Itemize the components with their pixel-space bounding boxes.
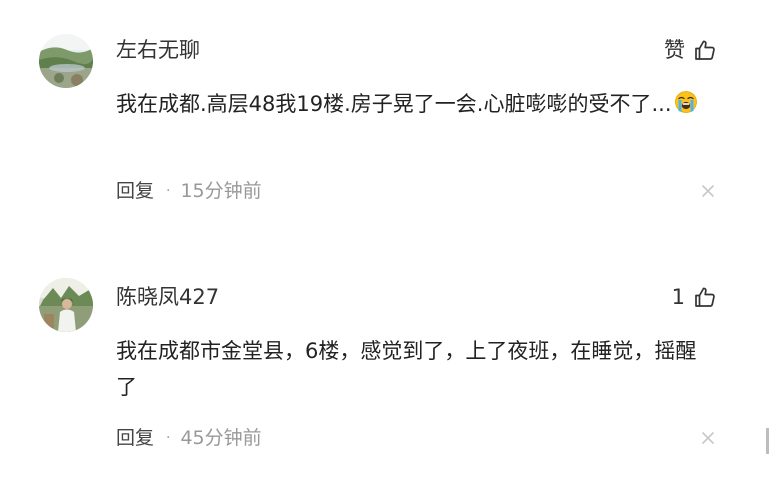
like-label: 赞 — [664, 38, 685, 62]
like-button[interactable]: 赞 — [664, 36, 717, 64]
username[interactable]: 陈晓凤427 — [116, 283, 219, 311]
username[interactable]: 左右无聊 — [116, 36, 200, 64]
avatar[interactable] — [39, 278, 93, 332]
reply-button[interactable]: 回复 — [116, 178, 154, 204]
comment-meta: 回复 · 15分钟前 — [116, 178, 262, 204]
reply-button[interactable]: 回复 — [116, 425, 154, 451]
loudly-crying-face-icon — [674, 90, 698, 114]
comment-text: 我在成都.高层48我19楼.房子晃了一会.心脏嘭嘭的受不了... — [116, 92, 672, 116]
thumbs-up-icon[interactable] — [693, 285, 717, 309]
comment-meta: 回复 · 45分钟前 — [116, 425, 262, 451]
comment-content: 我在成都.高层48我19楼.房子晃了一会.心脏嘭嘭的受不了... — [116, 86, 706, 122]
timestamp: 45分钟前 — [180, 427, 262, 449]
comment-text: 我在成都市金堂县，6楼，感觉到了，上了夜班，在睡觉，摇醒了 — [116, 339, 697, 399]
close-icon[interactable] — [701, 184, 715, 198]
meta-separator: · — [166, 430, 171, 446]
meta-separator: · — [166, 183, 171, 199]
comment-content: 我在成都市金堂县，6楼，感觉到了，上了夜班，在睡觉，摇醒了 — [116, 333, 706, 405]
thumbs-up-icon[interactable] — [693, 38, 717, 62]
like-count: 1 — [671, 285, 685, 309]
close-icon[interactable] — [701, 431, 715, 445]
like-button[interactable]: 1 — [672, 283, 717, 311]
timestamp: 15分钟前 — [180, 180, 262, 202]
avatar[interactable] — [39, 34, 93, 88]
